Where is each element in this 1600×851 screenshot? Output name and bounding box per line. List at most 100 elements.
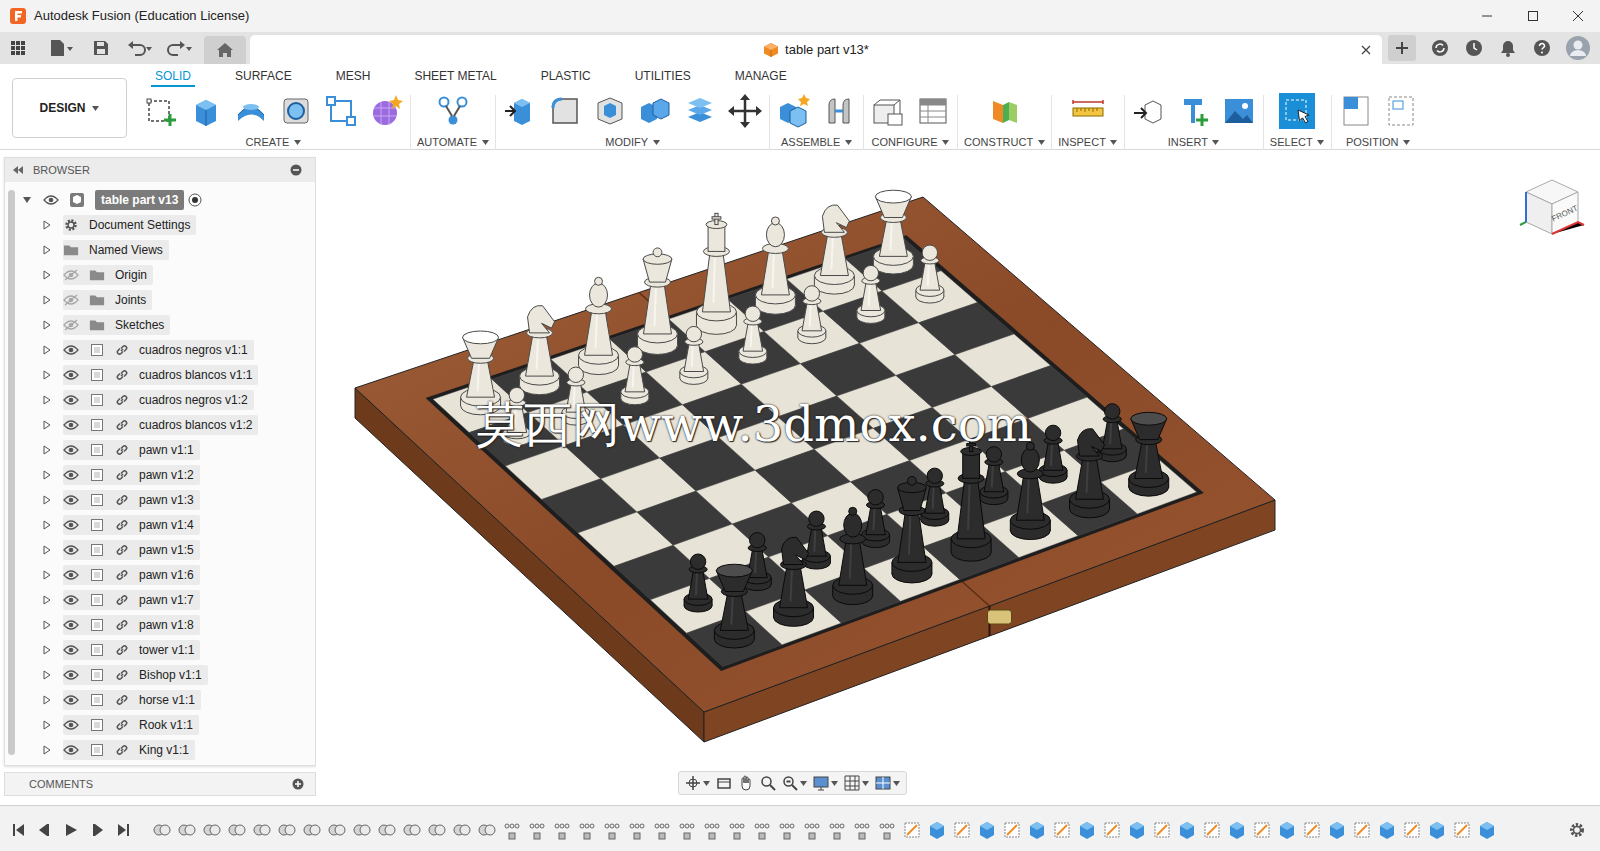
rigid-group-feature-icon[interactable] [802,820,822,840]
sketch-feature-icon[interactable] [1252,820,1272,840]
collapsed-arrow-icon[interactable] [41,494,53,506]
zoom-icon[interactable] [760,775,776,791]
joint-feature-icon[interactable] [427,820,447,840]
eye-icon[interactable] [63,342,79,358]
insert1-tool-icon[interactable] [1131,93,1167,129]
joint-feature-icon[interactable] [402,820,422,840]
redo-icon[interactable] [166,38,194,58]
maximize-icon[interactable] [1510,0,1556,32]
job-status-icon[interactable] [1464,38,1484,58]
extrude-feature-icon[interactable] [1277,820,1297,840]
collapsed-arrow-icon[interactable] [41,219,53,231]
pos1-tool-icon[interactable] [1338,93,1374,129]
extrude-feature-icon[interactable] [1077,820,1097,840]
browser-item[interactable]: cuadros negros v1:1 [15,337,315,362]
browser-item[interactable]: pawn v1:5 [15,537,315,562]
image-tool-icon[interactable] [1221,93,1257,129]
collapsed-arrow-icon[interactable] [41,719,53,731]
eye-icon[interactable] [63,517,79,533]
browser-item[interactable]: cuadros negros v1:2 [15,387,315,412]
sketch-feature-icon[interactable] [1302,820,1322,840]
browser-item[interactable]: pawn v1:1 [15,437,315,462]
grid-settings-icon[interactable] [844,775,860,791]
nav-tool[interactable] [844,775,869,791]
rigid-group-feature-icon[interactable] [877,820,897,840]
eye-icon[interactable] [63,492,79,508]
ribbon-tab[interactable]: MANAGE [713,69,809,87]
rigid-group-feature-icon[interactable] [702,820,722,840]
sketch-feature-icon[interactable] [902,820,922,840]
collapsed-arrow-icon[interactable] [41,569,53,581]
nav-tool[interactable] [738,775,754,791]
stack-tool-icon[interactable] [682,93,718,129]
nav-tool[interactable] [760,775,776,791]
browser-item[interactable]: Bishop v1:1 [15,662,315,687]
eye-icon[interactable] [63,692,79,708]
joint-feature-icon[interactable] [377,820,397,840]
eye-icon[interactable] [63,592,79,608]
rigid-group-feature-icon[interactable] [677,820,697,840]
nav-tool[interactable] [716,775,732,791]
collapsed-arrow-icon[interactable] [41,369,53,381]
presspull-tool-icon[interactable] [502,93,538,129]
sketch-feature-icon[interactable] [1202,820,1222,840]
nav-tool[interactable] [782,775,807,791]
collapsed-arrow-icon[interactable] [41,644,53,656]
browser-item[interactable]: pawn v1:7 [15,587,315,612]
move-tool-icon[interactable] [727,93,763,129]
minimize-icon[interactable] [1464,0,1510,32]
eye-icon[interactable] [63,467,79,483]
collapsed-arrow-icon[interactable] [41,269,53,281]
group-menu[interactable]: AUTOMATE [417,135,489,149]
help-icon[interactable] [1532,38,1552,58]
browser-item[interactable]: pawn v1:2 [15,462,315,487]
rigid-group-feature-icon[interactable] [727,820,747,840]
rigid-group-feature-icon[interactable] [852,820,872,840]
rigid-group-feature-icon[interactable] [652,820,672,840]
revolve-tool-icon[interactable] [233,93,269,129]
extrude-feature-icon[interactable] [1177,820,1197,840]
eye-icon[interactable] [63,642,79,658]
browser-item[interactable]: Document Settings [15,212,315,237]
hidden-eye-icon[interactable] [63,267,79,283]
expanded-arrow-icon[interactable] [21,194,33,206]
browser-item[interactable]: King v1:1 [15,737,315,762]
collapse-panel-icon[interactable] [11,164,25,176]
rigid-group-feature-icon[interactable] [827,820,847,840]
viewports-icon[interactable] [875,775,891,791]
browser-item[interactable]: Named Views [15,237,315,262]
collapsed-arrow-icon[interactable] [41,619,53,631]
extrude-feature-icon[interactable] [1377,820,1397,840]
browser-item[interactable]: Rook v1:1 [15,712,315,737]
extrude-feature-icon[interactable] [977,820,997,840]
model-canvas[interactable] [316,150,1600,805]
rigid-group-feature-icon[interactable] [752,820,772,840]
browser-item[interactable]: cuadros blancos v1:1 [15,362,315,387]
play-icon[interactable] [58,820,84,840]
activate-radio-icon[interactable] [188,193,202,207]
eye-icon[interactable] [63,717,79,733]
view-cube[interactable]: FRONT [1516,172,1588,244]
group-menu[interactable]: CONSTRUCT [964,135,1045,149]
step-forward-icon[interactable] [84,820,110,840]
joint-feature-icon[interactable] [302,820,322,840]
rigid-group-feature-icon[interactable] [577,820,597,840]
timeline-settings-gear-icon[interactable] [1568,820,1586,840]
home-icon[interactable] [204,36,246,64]
collapsed-arrow-icon[interactable] [41,419,53,431]
browser-item[interactable]: pawn v1:4 [15,512,315,537]
browser-item[interactable]: pawn v1:8 [15,612,315,637]
pos2-tool-icon[interactable] [1383,93,1419,129]
group-menu[interactable]: INSPECT [1058,135,1118,149]
measure-tool-icon[interactable] [1070,93,1106,129]
group-menu[interactable]: SELECT [1270,135,1325,149]
extrude-feature-icon[interactable] [1127,820,1147,840]
joint-feature-icon[interactable] [177,820,197,840]
close-tab-icon[interactable] [1360,44,1372,56]
combine-tool-icon[interactable] [637,93,673,129]
collapsed-arrow-icon[interactable] [41,444,53,456]
eye-icon[interactable] [63,542,79,558]
sketch-feature-icon[interactable] [1352,820,1372,840]
browser-scrollbar[interactable] [8,190,15,755]
step-back-icon[interactable] [32,820,58,840]
